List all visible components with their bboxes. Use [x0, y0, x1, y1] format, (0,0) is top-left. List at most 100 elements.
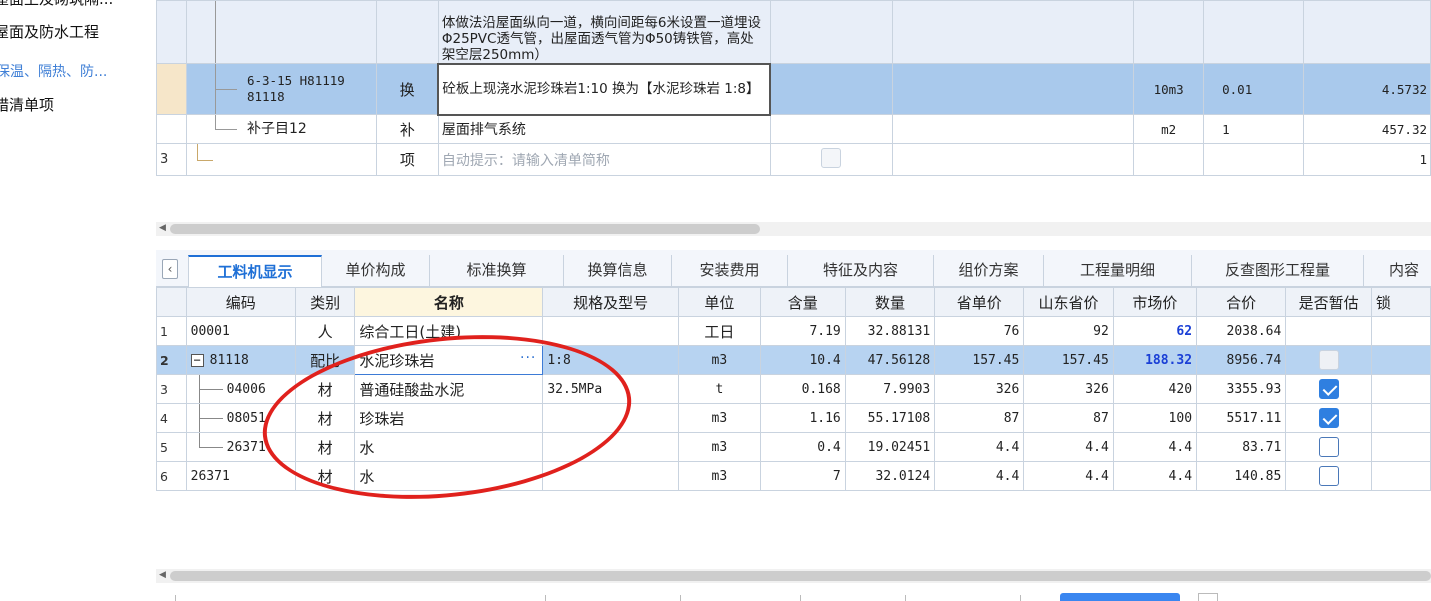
empty-cell[interactable]	[891, 114, 1135, 144]
header-content[interactable]: 含量	[759, 287, 846, 317]
market-price-cell[interactable]: 4.4	[1112, 461, 1198, 491]
code-cell[interactable]: 26371	[185, 432, 296, 462]
lock-cell[interactable]	[1370, 403, 1431, 433]
category-cell[interactable]: 材	[294, 432, 356, 462]
total-cell[interactable]: 5517.11	[1196, 403, 1287, 433]
table-row[interactable]: 4 08051 材 珍珠岩 m3 1.16 55.17108 87 87 100…	[156, 403, 1431, 433]
bottom-secondary-button[interactable]	[1198, 593, 1218, 601]
quantity-cell[interactable]: 32.0124	[844, 461, 936, 491]
total-cell[interactable]: 2038.64	[1196, 316, 1287, 346]
spec-cell[interactable]	[542, 461, 679, 491]
name-cell[interactable]: 水	[354, 432, 544, 462]
quantity-cell[interactable]: 55.17108	[844, 403, 936, 433]
unit-cell[interactable]: m3	[677, 461, 761, 491]
province-price-cell[interactable]: 157.45	[934, 345, 1025, 375]
qty-cell[interactable]: 1	[1203, 114, 1305, 144]
empty-cell[interactable]	[1303, 0, 1431, 64]
header-quantity[interactable]: 数量	[844, 287, 936, 317]
scroll-left-icon[interactable]: ◀	[159, 570, 166, 580]
lock-cell[interactable]	[1370, 432, 1431, 462]
unit-cell[interactable]: 10m3	[1133, 63, 1205, 115]
unit-cell[interactable]: m3	[677, 345, 761, 375]
quantity-cell[interactable]: 19.02451	[844, 432, 936, 462]
quantity-cell[interactable]: 47.56128	[844, 345, 936, 375]
header-name[interactable]: 名称	[354, 287, 544, 317]
tree-item-roof-waterproof[interactable]: 屋面及防水工程	[0, 21, 99, 43]
unit-cell[interactable]: m3	[677, 403, 761, 433]
category-cell[interactable]: 材	[294, 403, 356, 433]
qty-cell[interactable]: 0.01	[1203, 63, 1305, 115]
desc-cell[interactable]: 砼板上现浇水泥珍珠岩1:10 换为【水泥珍珠岩 1:8】	[437, 62, 772, 116]
spec-cell[interactable]: 1:8	[542, 345, 679, 375]
header-spec[interactable]: 规格及型号	[542, 287, 679, 317]
empty-cell[interactable]	[891, 143, 1135, 176]
province-price-cell[interactable]: 76	[934, 316, 1025, 346]
table-row[interactable]: 3 04006 材 普通硅酸盐水泥 32.5MPa t 0.168 7.9903…	[156, 374, 1431, 404]
type-cell[interactable]	[375, 0, 439, 64]
lock-cell[interactable]	[1370, 316, 1431, 346]
estimate-cell[interactable]	[1285, 345, 1372, 375]
tab-content[interactable]: 内容	[1364, 255, 1431, 287]
empty-cell[interactable]	[891, 63, 1135, 115]
scroll-left-icon[interactable]: ◀	[159, 223, 166, 233]
upper-horizontal-scrollbar[interactable]: ◀	[156, 222, 1431, 236]
estimate-checkbox[interactable]	[1318, 466, 1339, 486]
lock-cell[interactable]	[1370, 374, 1431, 404]
upper-row-description[interactable]: 体做法沿屋面纵向一道，横向间距每6米设置一道埋设Φ25PVC透气管，出屋面透气管…	[156, 0, 1431, 64]
desc-input[interactable]: 自动提示：请输入清单简称	[437, 143, 771, 176]
header-total[interactable]: 合价	[1196, 287, 1287, 317]
checkbox-cell[interactable]	[769, 143, 893, 176]
name-cell-editing[interactable]: 水泥珍珠岩 ···	[354, 345, 544, 375]
empty-cell[interactable]	[1133, 143, 1205, 176]
header-lock[interactable]: 锁	[1370, 287, 1431, 317]
table-row[interactable]: 5 26371 材 水 m3 0.4 19.02451 4.4 4.4 4.4 …	[156, 432, 1431, 462]
tree-item-insulation[interactable]: 保温、隔热、防...	[0, 61, 107, 83]
estimate-cell[interactable]	[1285, 461, 1372, 491]
code-cell[interactable]: 04006	[185, 374, 296, 404]
category-cell[interactable]: 配比	[294, 345, 356, 375]
code-cell[interactable]: 08051	[185, 403, 296, 433]
tab-pricing-plan[interactable]: 组价方案	[934, 255, 1044, 287]
lock-cell[interactable]	[1370, 345, 1431, 375]
market-price-cell[interactable]: 4.4	[1112, 432, 1198, 462]
province-price-cell[interactable]: 4.4	[934, 461, 1025, 491]
price-cell[interactable]: 457.32	[1303, 114, 1431, 144]
content-cell[interactable]: 7.19	[759, 316, 846, 346]
price-cell[interactable]: 4.5732	[1303, 63, 1431, 115]
header-shandong-price[interactable]: 山东省价	[1023, 287, 1114, 317]
name-cell[interactable]: 综合工日(土建)	[354, 316, 544, 346]
header-province-price[interactable]: 省单价	[934, 287, 1025, 317]
name-cell[interactable]: 水	[354, 461, 544, 491]
price-cell[interactable]: 1	[1303, 143, 1431, 176]
category-cell[interactable]: 人	[294, 316, 356, 346]
empty-cell[interactable]	[1203, 143, 1305, 176]
tab-features[interactable]: 特征及内容	[788, 255, 934, 287]
empty-cell[interactable]	[1203, 0, 1305, 64]
header-code[interactable]: 编码	[185, 287, 296, 317]
content-cell[interactable]: 10.4	[759, 345, 846, 375]
header-unit[interactable]: 单位	[677, 287, 761, 317]
empty-cell[interactable]	[769, 114, 893, 144]
shandong-price-cell[interactable]: 87	[1023, 403, 1114, 433]
tab-scroll-left-icon[interactable]: ‹	[162, 259, 178, 279]
code-cell[interactable]	[185, 0, 377, 64]
desc-cell[interactable]: 屋面排气系统	[437, 114, 771, 144]
province-price-cell[interactable]: 87	[934, 403, 1025, 433]
total-cell[interactable]: 83.71	[1196, 432, 1287, 462]
scrollbar-thumb[interactable]	[170, 224, 760, 234]
header-estimate[interactable]: 是否暂估	[1285, 287, 1372, 317]
code-cell[interactable]	[185, 143, 377, 176]
total-cell[interactable]: 8956.74	[1196, 345, 1287, 375]
more-options-icon[interactable]: ···	[520, 350, 536, 366]
type-cell[interactable]: 项	[375, 143, 439, 176]
lower-horizontal-scrollbar[interactable]: ◀	[156, 569, 1431, 583]
estimate-cell[interactable]	[1285, 316, 1372, 346]
spec-cell[interactable]	[542, 432, 679, 462]
bottom-primary-button[interactable]	[1060, 593, 1180, 601]
tree-item-partial[interactable]: 屋面上及砌筑隔...	[0, 0, 113, 10]
unit-cell[interactable]: t	[677, 374, 761, 404]
table-row[interactable]: 6 26371 材 水 m3 7 32.0124 4.4 4.4 4.4 140…	[156, 461, 1431, 491]
code-cell[interactable]: 26371	[185, 461, 296, 491]
estimate-checkbox-checked[interactable]	[1318, 379, 1339, 399]
code-cell[interactable]: −81118	[185, 345, 296, 375]
